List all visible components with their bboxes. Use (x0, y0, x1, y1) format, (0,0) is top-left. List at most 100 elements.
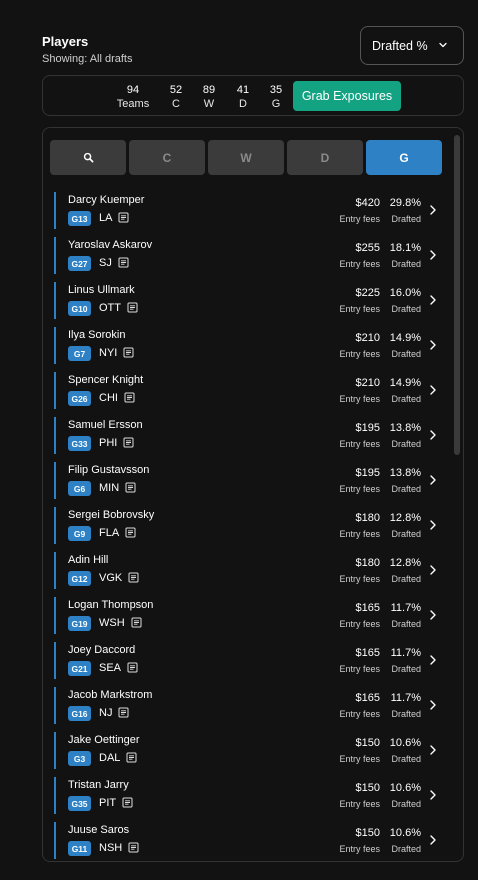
notes-icon[interactable] (118, 257, 129, 268)
player-row[interactable]: Juuse Saros G11 NSH $150 Entry fees 10.6% Draf… (54, 822, 444, 861)
players-panel: C W D G Darcy Kuemper G13 LA $420 Entry fees… (42, 127, 464, 862)
row-accent-bar (54, 552, 56, 589)
position-badge: G11 (68, 841, 91, 856)
chevron-right-icon (430, 205, 436, 215)
search-icon (83, 152, 93, 163)
entry-fee-value: $255 (355, 242, 380, 254)
entry-fee-label: Entry fees (339, 259, 380, 269)
entry-fee-label: Entry fees (339, 529, 380, 539)
notes-icon[interactable] (122, 797, 133, 808)
count-d: 41 D (236, 84, 250, 110)
notes-icon[interactable] (123, 437, 134, 448)
tab-w[interactable]: W (208, 140, 284, 175)
drafted-pct-value: 14.9% (389, 377, 421, 389)
position-badge: G3 (68, 751, 91, 766)
player-row[interactable]: Joey Daccord G21 SEA $165 Entry fees 11.7% Dra… (54, 642, 444, 687)
counts-bar: 94 Teams 52 C 89 W 41 D 35 G Grab Exposu… (42, 75, 464, 116)
drafted-pct-label: Drafted (391, 619, 421, 629)
count-g: 35 G (269, 84, 283, 110)
player-name: Sergei Bobrovsky (68, 509, 155, 521)
row-accent-bar (54, 687, 56, 724)
chevron-right-icon (430, 250, 436, 260)
player-row[interactable]: Yaroslav Askarov G27 SJ $255 Entry fees 18.1%… (54, 237, 444, 282)
drafted-pct-value: 29.8% (389, 197, 421, 209)
position-badge: G7 (68, 346, 91, 361)
drafted-pct-value: 12.8% (389, 512, 421, 524)
player-name: Spencer Knight (68, 374, 144, 386)
entry-fee-label: Entry fees (339, 349, 380, 359)
player-row[interactable]: Filip Gustavsson G6 MIN $195 Entry fees 13.8%… (54, 462, 444, 507)
position-tabs: C W D G (50, 140, 442, 175)
row-accent-bar (54, 822, 56, 859)
team-abbr: PIT (99, 797, 117, 809)
chevron-down-icon (439, 42, 447, 48)
notes-icon[interactable] (126, 752, 137, 763)
entry-fee-label: Entry fees (339, 754, 380, 764)
count-teams: 94 Teams (116, 84, 150, 110)
notes-icon[interactable] (125, 482, 136, 493)
entry-fee-label: Entry fees (339, 619, 380, 629)
player-row[interactable]: Sergei Bobrovsky G9 FLA $180 Entry fees 12.8%… (54, 507, 444, 552)
player-row[interactable]: Samuel Ersson G33 PHI $195 Entry fees 13.8% Dr… (54, 417, 444, 462)
chevron-right-icon (430, 340, 436, 350)
team-abbr: NYI (99, 347, 118, 359)
notes-icon[interactable] (127, 302, 138, 313)
player-row[interactable]: Logan Thompson G19 WSH $165 Entry fees 11.7% D… (54, 597, 444, 642)
entry-fee-value: $165 (355, 602, 380, 614)
notes-icon[interactable] (118, 707, 129, 718)
notes-icon[interactable] (128, 842, 139, 853)
entry-fee-value: $195 (355, 467, 380, 479)
team-abbr: DAL (99, 752, 121, 764)
tab-c[interactable]: C (129, 140, 205, 175)
entry-fee-label: Entry fees (339, 709, 380, 719)
drafted-pct-value: 13.8% (389, 467, 421, 479)
drafted-pct-label: Drafted (391, 304, 421, 314)
notes-icon[interactable] (123, 347, 134, 358)
position-badge: G12 (68, 571, 91, 586)
entry-fee-value: $420 (355, 197, 380, 209)
chevron-right-icon (430, 385, 436, 395)
notes-icon[interactable] (127, 662, 138, 673)
player-row[interactable]: Tristan Jarry G35 PIT $150 Entry fees 10.6% Dr… (54, 777, 444, 822)
player-row[interactable]: Linus Ullmark G10 OTT $225 Entry fees 16.0% Dr… (54, 282, 444, 327)
row-accent-bar (54, 642, 56, 679)
player-list: Darcy Kuemper G13 LA $420 Entry fees 29.8% Dra… (54, 192, 444, 861)
row-accent-bar (54, 597, 56, 634)
sort-dropdown-label: Drafted % (372, 38, 428, 53)
row-accent-bar (54, 237, 56, 274)
sort-dropdown[interactable]: Drafted % (360, 26, 464, 65)
team-abbr: NJ (99, 707, 113, 719)
drafted-pct-label: Drafted (391, 259, 421, 269)
drafted-pct-value: 11.7% (390, 692, 421, 704)
tab-d[interactable]: D (287, 140, 363, 175)
notes-icon[interactable] (131, 617, 142, 628)
player-name: Ilya Sorokin (68, 329, 126, 341)
player-row[interactable]: Ilya Sorokin G7 NYI $210 Entry fees 14.9% Draf… (54, 327, 444, 372)
team-abbr: PHI (99, 437, 118, 449)
player-row[interactable]: Jake Oettinger G3 DAL $150 Entry fees 10.6% Dr… (54, 732, 444, 777)
grab-exposures-button[interactable]: Grab Exposures (293, 81, 401, 111)
tab-g[interactable]: G (366, 140, 442, 175)
entry-fee-label: Entry fees (339, 484, 380, 494)
notes-icon[interactable] (125, 527, 136, 538)
count-w: 89 W (202, 84, 216, 110)
notes-icon[interactable] (128, 572, 139, 583)
notes-icon[interactable] (124, 392, 135, 403)
notes-icon[interactable] (118, 212, 129, 223)
entry-fee-value: $210 (355, 332, 380, 344)
entry-fee-label: Entry fees (339, 664, 380, 674)
drafted-pct-label: Drafted (391, 754, 421, 764)
player-row[interactable]: Jacob Markstrom G16 NJ $165 Entry fees 11.7% D… (54, 687, 444, 732)
entry-fee-value: $210 (355, 377, 380, 389)
player-row[interactable]: Darcy Kuemper G13 LA $420 Entry fees 29.8% Dra… (54, 192, 444, 237)
chevron-right-icon (430, 520, 436, 530)
scrollbar[interactable] (454, 135, 460, 455)
player-row[interactable]: Spencer Knight G26 CHI $210 Entry fees 14.9% D… (54, 372, 444, 417)
tab-search[interactable] (50, 140, 126, 175)
entry-fee-value: $165 (355, 647, 380, 659)
position-badge: G35 (68, 796, 91, 811)
player-name: Juuse Saros (68, 824, 130, 836)
entry-fee-value: $195 (355, 422, 380, 434)
player-row[interactable]: Adin Hill G12 VGK $180 Entry fees 12.8% Drafte… (54, 552, 444, 597)
entry-fee-value: $165 (355, 692, 380, 704)
